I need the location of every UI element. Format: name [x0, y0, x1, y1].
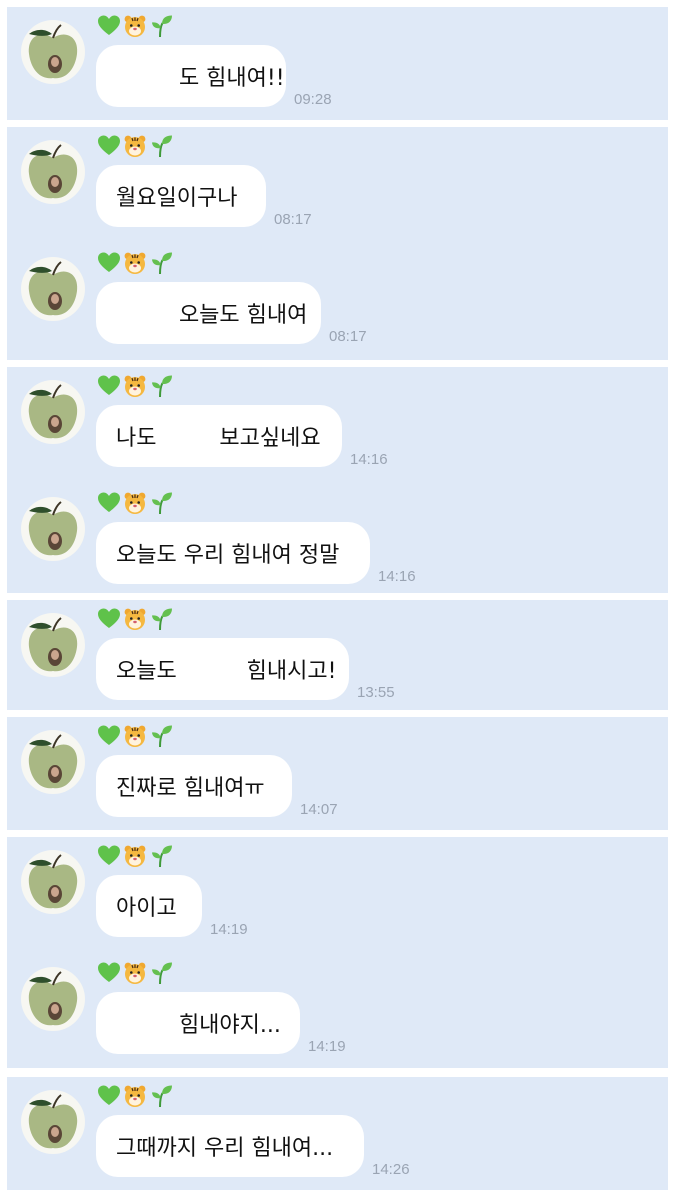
message-bubble[interactable]: 오늘도 우리 힘내여 정말 [96, 522, 370, 584]
chat-panel: 진짜로 힘내여ㅠ 14:07 [7, 717, 668, 830]
message-bubble[interactable]: 나도 보고싶네요 [96, 405, 342, 467]
chat-panel: 나도 보고싶네요 14:16 오늘도 우리 힘내여 정말 14:16 [7, 367, 668, 593]
message-row: 오늘도 우리 힘내여 정말 14:16 [7, 484, 668, 602]
green-heart-icon [97, 251, 121, 275]
message-row: 오늘도 힘내시고! 13:55 [7, 600, 668, 718]
tiger-face-icon [123, 961, 147, 985]
tiger-face-icon [123, 607, 147, 631]
green-heart-icon [97, 134, 121, 158]
seedling-icon [149, 14, 173, 38]
message-row: 월요일이구나 08:17 [7, 127, 668, 245]
sender-emoji-row [97, 843, 173, 869]
sender-emoji-row [97, 606, 173, 632]
green-heart-icon [97, 14, 121, 38]
seedling-icon [149, 134, 173, 158]
green-apple-icon[interactable] [21, 850, 85, 914]
sender-emoji-row [97, 1083, 173, 1109]
tiger-face-icon [123, 844, 147, 868]
green-apple-icon[interactable] [21, 380, 85, 444]
tiger-face-icon [123, 491, 147, 515]
message-bubble[interactable]: 그때까지 우리 힘내여... [96, 1115, 364, 1177]
green-apple-icon[interactable] [21, 730, 85, 794]
green-heart-icon [97, 724, 121, 748]
tiger-face-icon [123, 1084, 147, 1108]
message-bubble[interactable]: 오늘도 힘내시고! [96, 638, 349, 700]
message-row: 도 힘내여!! 09:28 [7, 7, 668, 125]
green-apple-icon[interactable] [21, 140, 85, 204]
message-timestamp: 08:17 [329, 328, 367, 345]
message-bubble[interactable]: 오늘도 힘내여 [96, 282, 321, 344]
message-timestamp: 14:16 [378, 568, 416, 585]
message-row: 진짜로 힘내여ㅠ 14:07 [7, 717, 668, 835]
message-timestamp: 14:19 [308, 1038, 346, 1055]
green-heart-icon [97, 607, 121, 631]
message-timestamp: 13:55 [357, 684, 395, 701]
green-heart-icon [97, 961, 121, 985]
green-heart-icon [97, 844, 121, 868]
message-timestamp: 14:16 [350, 451, 388, 468]
green-apple-icon[interactable] [21, 20, 85, 84]
green-apple-icon[interactable] [21, 613, 85, 677]
tiger-face-icon [123, 134, 147, 158]
message-timestamp: 14:07 [300, 801, 338, 818]
chat-panel: 그때까지 우리 힘내여... 14:26 [7, 1077, 668, 1190]
green-apple-icon[interactable] [21, 967, 85, 1031]
sender-emoji-row [97, 250, 173, 276]
message-timestamp: 14:26 [372, 1161, 410, 1178]
tiger-face-icon [123, 374, 147, 398]
sender-emoji-row [97, 13, 173, 39]
message-row: 아이고 14:19 [7, 837, 668, 955]
message-timestamp: 09:28 [294, 91, 332, 108]
green-apple-icon[interactable] [21, 1090, 85, 1154]
message-bubble[interactable]: 진짜로 힘내여ㅠ [96, 755, 292, 817]
message-bubble[interactable]: 월요일이구나 [96, 165, 266, 227]
sender-emoji-row [97, 490, 173, 516]
sender-emoji-row [97, 723, 173, 749]
green-heart-icon [97, 1084, 121, 1108]
seedling-icon [149, 251, 173, 275]
sender-emoji-row [97, 960, 173, 986]
message-timestamp: 14:19 [210, 921, 248, 938]
green-apple-icon[interactable] [21, 497, 85, 561]
seedling-icon [149, 844, 173, 868]
message-row: 그때까지 우리 힘내여... 14:26 [7, 1077, 668, 1195]
message-bubble[interactable]: 아이고 [96, 875, 202, 937]
tiger-face-icon [123, 724, 147, 748]
chat-panel: 아이고 14:19 힘내야지... 14:19 [7, 837, 668, 1068]
seedling-icon [149, 724, 173, 748]
message-row: 힘내야지... 14:19 [7, 954, 668, 1072]
sender-emoji-row [97, 373, 173, 399]
message-bubble[interactable]: 힘내야지... [96, 992, 300, 1054]
chat-panel: 도 힘내여!! 09:28 [7, 7, 668, 120]
green-heart-icon [97, 491, 121, 515]
seedling-icon [149, 374, 173, 398]
tiger-face-icon [123, 251, 147, 275]
message-bubble[interactable]: 도 힘내여!! [96, 45, 286, 107]
chat-panel: 월요일이구나 08:17 오늘도 힘내여 08:17 [7, 127, 668, 360]
message-row: 오늘도 힘내여 08:17 [7, 244, 668, 362]
seedling-icon [149, 1084, 173, 1108]
message-timestamp: 08:17 [274, 211, 312, 228]
seedling-icon [149, 961, 173, 985]
seedling-icon [149, 491, 173, 515]
chat-panel: 오늘도 힘내시고! 13:55 [7, 600, 668, 710]
green-heart-icon [97, 374, 121, 398]
tiger-face-icon [123, 14, 147, 38]
seedling-icon [149, 607, 173, 631]
sender-emoji-row [97, 133, 173, 159]
green-apple-icon[interactable] [21, 257, 85, 321]
message-row: 나도 보고싶네요 14:16 [7, 367, 668, 485]
